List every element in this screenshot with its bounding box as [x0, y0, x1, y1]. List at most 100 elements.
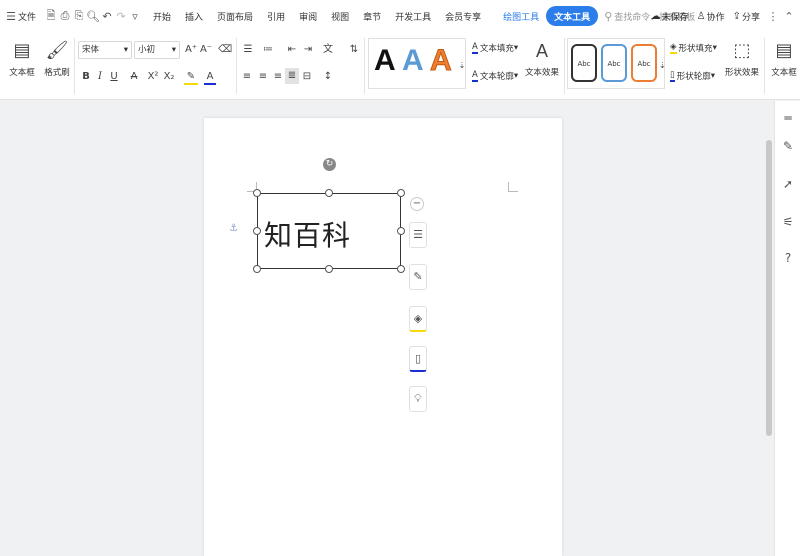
tab-page-layout[interactable]: 页面布局 — [210, 0, 260, 32]
preview-icon[interactable]: 🔍︎ — [86, 10, 100, 23]
italic-button[interactable]: I — [94, 69, 106, 85]
font-size-select[interactable]: 小初 ▾ — [134, 41, 180, 59]
gallery-more-icon[interactable]: ⇣ — [659, 58, 666, 74]
font-size-value: 小初 — [138, 45, 156, 55]
collapse-toolbar-button[interactable]: − — [410, 197, 424, 211]
shape-style-blue[interactable]: Abc — [601, 44, 627, 82]
effect-tool-button[interactable]: 💡︎ — [409, 386, 427, 412]
settings-sliders-icon[interactable]: ⚟ — [781, 215, 795, 229]
chevron-down-icon: ▾ — [513, 71, 519, 81]
tab-view[interactable]: 视图 — [324, 0, 356, 32]
font-family-value: 宋体 — [82, 45, 100, 55]
text-art-blue[interactable]: A — [402, 44, 424, 78]
decrease-indent-icon[interactable]: ⇤ — [285, 42, 299, 58]
panel-toggle-icon[interactable]: ═ — [781, 111, 795, 125]
collab-button[interactable]: ♙ 协作 — [693, 0, 729, 32]
text-outline-label: 文本轮廓 — [479, 72, 514, 82]
distribute-icon[interactable]: ⊟ — [300, 69, 314, 85]
font-family-select[interactable]: 宋体 ▾ — [78, 41, 132, 59]
align-center-icon[interactable]: ≡ — [256, 69, 270, 85]
textbox-icon: ▤ — [13, 40, 31, 61]
rotate-handle[interactable]: ↻ — [323, 158, 336, 171]
cursor-icon[interactable]: ➚ — [781, 177, 795, 191]
textbox-right-button[interactable]: ▤ 文本框 — [768, 40, 800, 78]
text-direction-icon[interactable]: 文 — [320, 42, 336, 58]
resize-handle-bottom-center[interactable] — [325, 265, 333, 273]
gallery-more-icon[interactable]: ⇣ — [458, 58, 466, 74]
format-painter-button[interactable]: 🖌︎ 格式刷 — [44, 40, 70, 78]
textbox-label: 文本框 — [9, 68, 35, 78]
share-button[interactable]: ⇪ 分享 — [729, 0, 764, 32]
shape-style-black[interactable]: Abc — [571, 44, 597, 82]
justify-icon[interactable]: ≣ — [285, 68, 299, 84]
layout-options-button[interactable]: ☰ — [409, 222, 427, 248]
textbox-icon: ▤ — [775, 40, 793, 61]
resize-handle-bottom-right[interactable] — [397, 265, 405, 273]
print-icon[interactable]: ⎘ — [72, 9, 86, 23]
tab-home[interactable]: 开始 — [146, 0, 178, 32]
increase-indent-icon[interactable]: ⇥ — [301, 42, 315, 58]
text-fill-button[interactable]: A 文本填充 ▾ — [472, 42, 518, 54]
brush-icon: 🖌︎ — [45, 40, 69, 61]
text-art-black[interactable]: A — [374, 44, 396, 78]
redo-icon[interactable]: ↷ — [114, 10, 128, 23]
tab-text-tools[interactable]: 文本工具 — [546, 6, 599, 26]
quick-access-dropdown-icon[interactable]: ▿ — [128, 10, 142, 23]
help-icon[interactable]: ? — [781, 251, 795, 265]
bold-button[interactable]: B — [80, 69, 92, 85]
resize-handle-top-left[interactable] — [253, 189, 261, 197]
resize-handle-middle-right[interactable] — [397, 227, 405, 235]
underline-button[interactable]: U — [108, 69, 120, 85]
sort-icon[interactable]: ⇅ — [347, 42, 361, 58]
grow-font-button[interactable]: A⁺ — [184, 42, 198, 58]
tab-section[interactable]: 章节 — [356, 0, 388, 32]
highlight-icon[interactable]: ✎ — [184, 69, 198, 85]
pen-tool-button[interactable]: ✎ — [409, 264, 427, 290]
tab-member[interactable]: 会员专享 — [438, 0, 488, 32]
shrink-font-button[interactable]: A⁻ — [199, 42, 213, 58]
align-right-icon[interactable]: ≡ — [271, 69, 285, 85]
resize-handle-top-right[interactable] — [397, 189, 405, 197]
text-effect-button[interactable]: A 文本效果 — [522, 40, 562, 78]
scrollbar-thumb[interactable] — [766, 140, 772, 436]
resize-handle-bottom-left[interactable] — [253, 265, 261, 273]
bullets-icon[interactable]: ☰ — [240, 42, 256, 58]
numbering-icon[interactable]: ≔ — [260, 42, 276, 58]
collapse-ribbon-icon[interactable]: ⌃ — [782, 10, 796, 23]
textbox-content[interactable]: 知百科 — [264, 214, 351, 254]
tab-draw-tools[interactable]: 绘图工具 — [496, 0, 546, 32]
text-outline-button[interactable]: A 文本轮廓 ▾ — [472, 70, 518, 82]
selected-textbox[interactable]: 知百科 — [257, 193, 401, 269]
textbox-button[interactable]: ▤ 文本框 — [6, 40, 38, 78]
shape-outline-button[interactable]: ▯ 形状轮廓 ▾ — [670, 70, 715, 82]
shape-fill-button[interactable]: ◈ 形状填充 ▾ — [670, 42, 717, 54]
align-left-icon[interactable]: ≡ — [240, 69, 254, 85]
subscript-button[interactable]: X₂ — [162, 69, 176, 85]
font-color-button[interactable]: A — [204, 69, 216, 85]
save-icon[interactable]: 🗎 — [44, 7, 58, 26]
more-icon[interactable]: ⋮ — [766, 10, 780, 23]
anchor-icon[interactable]: ⚓︎ — [229, 223, 238, 234]
format-painter-label: 格式刷 — [44, 68, 70, 78]
tab-insert[interactable]: 插入 — [178, 0, 210, 32]
resize-handle-top-center[interactable] — [325, 189, 333, 197]
strikethrough-button[interactable]: A — [128, 69, 140, 85]
resize-handle-middle-left[interactable] — [253, 227, 261, 235]
ribbon: ▤ 文本框 🖌︎ 格式刷 宋体 ▾ 小初 ▾ A⁺ A⁻ ⌫ B I U A X… — [0, 32, 800, 100]
export-icon[interactable]: ⎙ — [58, 9, 72, 23]
file-menu[interactable]: ☰ 文件 — [0, 0, 40, 32]
tab-developer[interactable]: 开发工具 — [388, 0, 438, 32]
shape-style-orange[interactable]: Abc — [631, 44, 657, 82]
line-spacing-icon[interactable]: ↕ — [320, 69, 336, 85]
tab-references[interactable]: 引用 — [260, 0, 292, 32]
text-art-orange[interactable]: A — [430, 44, 453, 78]
clear-format-icon[interactable]: ⌫ — [218, 42, 232, 58]
shape-effect-button[interactable]: ⬚ 形状效果 — [722, 40, 762, 78]
unsaved-button[interactable]: ☁ 未保存 — [647, 0, 693, 32]
fill-tool-button[interactable]: ◈ — [409, 306, 427, 332]
tab-review[interactable]: 审阅 — [292, 0, 324, 32]
undo-icon[interactable]: ↶ — [100, 10, 114, 23]
superscript-button[interactable]: X² — [146, 69, 160, 85]
outline-tool-button[interactable]: ▯ — [409, 346, 427, 372]
edit-icon[interactable]: ✎ — [781, 139, 795, 153]
